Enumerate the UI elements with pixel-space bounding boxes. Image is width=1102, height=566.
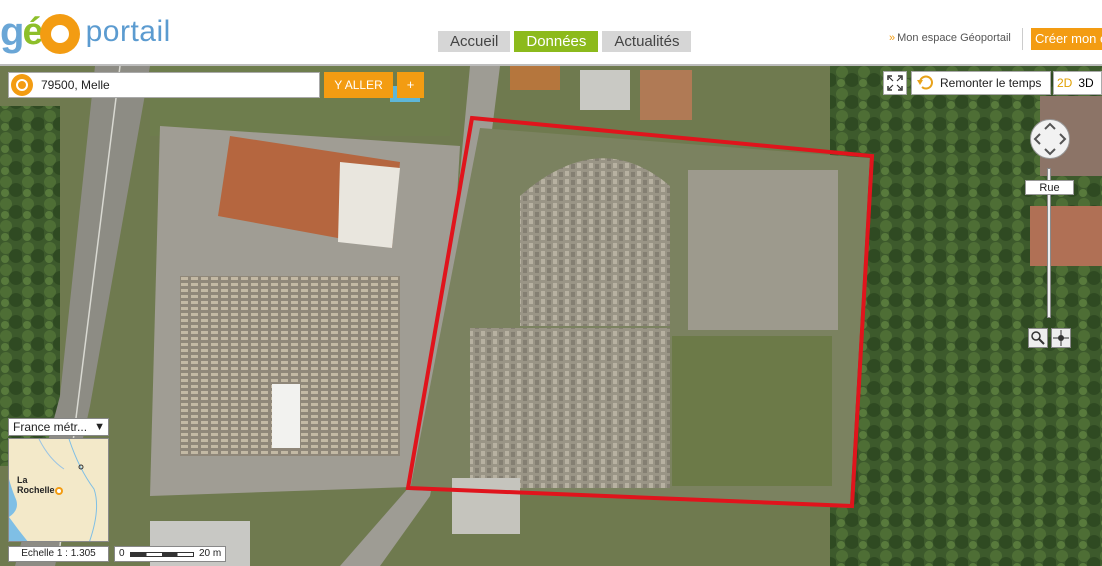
city-label-line-1: La xyxy=(17,475,28,485)
city-label-line-2: Rochelle xyxy=(17,485,55,495)
scale-bar: 0 20 m xyxy=(114,546,226,562)
territory-select[interactable]: France métr... ▼ xyxy=(8,418,109,436)
go-button[interactable]: Y ALLER xyxy=(324,72,393,98)
geoportail-logo[interactable]: g é portail xyxy=(0,4,171,54)
chevron-right-icon: » xyxy=(889,32,896,44)
pan-arrows-icon xyxy=(1033,122,1067,156)
tab-accueil[interactable]: Accueil xyxy=(438,31,511,52)
view-3d-button[interactable]: 3D xyxy=(1075,76,1096,90)
header-divider xyxy=(1022,28,1023,50)
scale-ratio: Echelle 1 : 1.305 xyxy=(8,546,109,562)
magnifier-icon xyxy=(1031,331,1045,345)
my-space-label: Mon espace Géoportail xyxy=(897,32,1011,44)
time-travel-label: Remonter le temps xyxy=(940,76,1042,90)
logo-g: g xyxy=(0,10,25,54)
logo-o-circle xyxy=(39,14,80,54)
logo-portail: portail xyxy=(85,15,171,48)
view-mode-toggle: 2D 3D xyxy=(1053,71,1102,95)
territory-select-value: France métr... xyxy=(13,420,88,434)
aerial-imagery xyxy=(0,66,1102,566)
crosshair-icon xyxy=(1053,330,1069,346)
search-icon[interactable] xyxy=(1028,328,1048,348)
dropdown-arrow-icon: ▼ xyxy=(94,421,105,433)
scale-bar-zero: 0 xyxy=(119,548,125,559)
search-input[interactable] xyxy=(39,77,313,93)
tab-donnees[interactable]: Données xyxy=(514,31,599,52)
overview-city-label: La Rochelle xyxy=(17,475,55,495)
fullscreen-button[interactable] xyxy=(883,71,907,95)
undo-arrow-icon xyxy=(917,75,933,90)
view-2d-button[interactable]: 2D xyxy=(1054,76,1075,90)
geolocate-icon[interactable] xyxy=(11,74,33,96)
my-space-link[interactable]: » Mon espace Géoportail xyxy=(889,32,1011,44)
zoom-level-label[interactable]: Rue xyxy=(1025,180,1074,195)
tab-actualites[interactable]: Actualités xyxy=(602,31,692,52)
site-header: g é portail Accueil Données Actualités »… xyxy=(0,0,1102,66)
pan-control[interactable] xyxy=(1030,119,1070,159)
map-viewport[interactable] xyxy=(0,66,1102,566)
more-options-button[interactable]: + xyxy=(397,72,424,98)
fullscreen-icon xyxy=(887,75,903,91)
main-nav: Accueil Données Actualités xyxy=(438,31,692,52)
create-account-button[interactable]: Créer mon e xyxy=(1031,28,1102,50)
scale-bar-label: 20 m xyxy=(199,548,222,559)
scale-bar-graphic xyxy=(130,552,194,557)
center-icon[interactable] xyxy=(1051,328,1071,348)
time-travel-button[interactable]: Remonter le temps xyxy=(911,71,1051,95)
overview-map[interactable]: La Rochelle xyxy=(8,438,109,542)
search-bar xyxy=(8,72,320,98)
